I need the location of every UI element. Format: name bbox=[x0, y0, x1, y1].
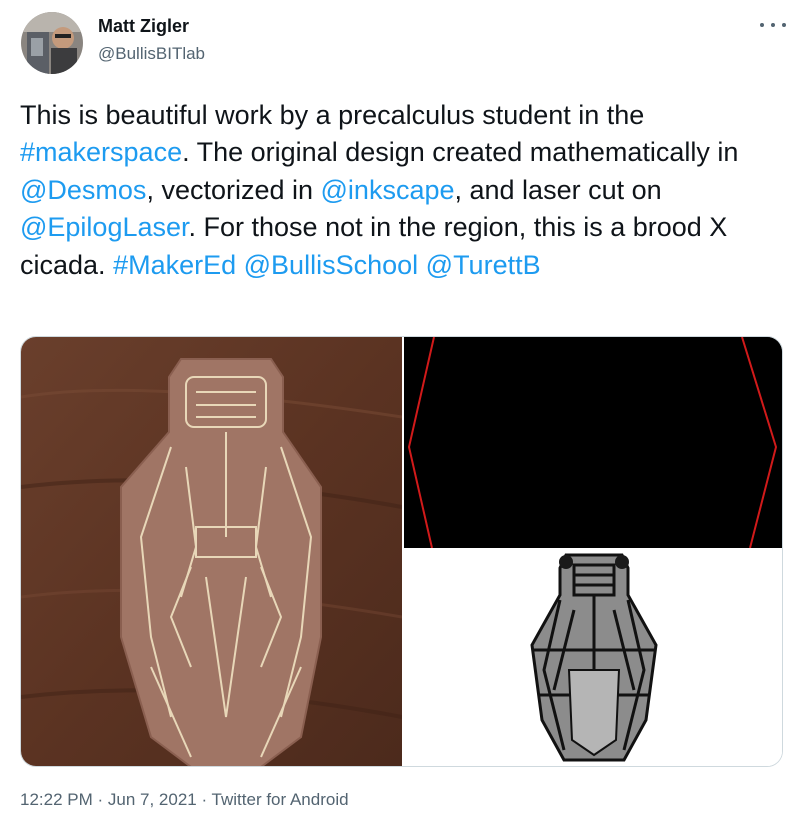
tweet-text-segment bbox=[418, 250, 426, 280]
author-name[interactable]: Matt Zigler bbox=[98, 16, 189, 37]
separator: · bbox=[92, 790, 108, 809]
photo-laser-cut-cicada[interactable] bbox=[21, 337, 402, 766]
tweet-metadata: 12:22 PM · Jun 7, 2021 · Twitter for And… bbox=[20, 790, 349, 810]
author-handle[interactable]: @BullisBITlab bbox=[98, 44, 205, 64]
tweet-text-segment bbox=[236, 250, 244, 280]
hashtag-link[interactable]: #makerspace bbox=[20, 137, 182, 167]
tweet-time[interactable]: 12:22 PM bbox=[20, 790, 93, 809]
mention-link[interactable]: @EpilogLaser bbox=[20, 212, 189, 242]
tweet-text-segment: . The original design created mathematic… bbox=[182, 137, 739, 168]
tweet-date[interactable]: Jun 7, 2021 bbox=[108, 790, 197, 809]
mention-link[interactable]: @TurettB bbox=[426, 250, 541, 280]
tweet-source[interactable]: Twitter for Android bbox=[212, 790, 349, 809]
mention-link[interactable]: @BullisSchool bbox=[244, 250, 419, 280]
tweet-text-segment: , vectorized in bbox=[146, 174, 321, 205]
dot bbox=[782, 23, 786, 27]
dot bbox=[760, 23, 764, 27]
avatar[interactable] bbox=[21, 12, 83, 74]
tweet-text-segment: , and laser cut on bbox=[454, 174, 662, 205]
hashtag-link[interactable]: #MakerEd bbox=[113, 250, 236, 280]
mention-link[interactable]: @Desmos bbox=[20, 175, 146, 205]
mention-link[interactable]: @inkscape bbox=[321, 175, 455, 205]
tweet-text-segment: This is beautiful work by a precalculus … bbox=[20, 100, 645, 130]
media-grid bbox=[20, 336, 783, 767]
photo-vector-outline[interactable] bbox=[404, 337, 782, 548]
dot bbox=[771, 23, 775, 27]
more-horizontal-icon[interactable] bbox=[760, 14, 786, 36]
tweet-text: This is beautiful work by a precalculus … bbox=[20, 97, 790, 284]
separator: · bbox=[196, 790, 212, 809]
photo-desmos-design[interactable] bbox=[404, 550, 782, 766]
